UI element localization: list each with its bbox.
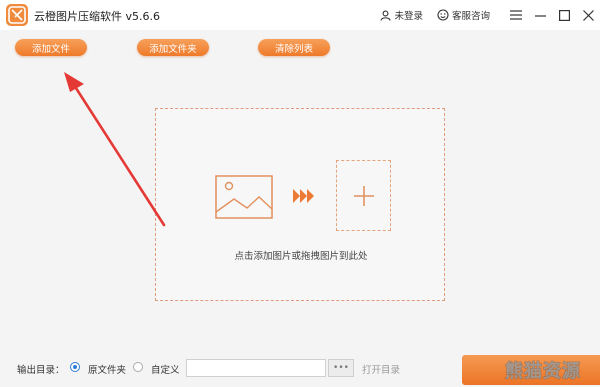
add-image-box[interactable] <box>336 160 391 231</box>
clear-list-button[interactable]: 清除列表 <box>258 39 330 56</box>
add-folder-button[interactable]: 添加文件夹 <box>137 39 209 56</box>
fast-forward-icon <box>293 189 314 203</box>
scissors-icon <box>6 4 28 26</box>
radio-custom-label: 自定义 <box>151 365 180 376</box>
toolbar: 添加文件 添加文件夹 清除列表 <box>0 30 600 60</box>
support-label: 客服咨询 <box>451 11 490 22</box>
title-bar: 云橙图片压缩软件 v5.6.6 未登录 客服咨询 <box>0 0 600 30</box>
menu-button[interactable] <box>504 0 528 30</box>
login-label: 未登录 <box>394 11 423 22</box>
minimize-icon <box>534 14 546 17</box>
output-dir-label: 输出目录： <box>17 365 65 376</box>
close-icon <box>582 9 594 21</box>
user-icon <box>380 10 392 21</box>
browse-button[interactable]: ••• <box>328 359 354 377</box>
add-file-button[interactable]: 添加文件 <box>15 39 87 56</box>
radio-custom[interactable] <box>133 362 143 372</box>
plus-icon <box>353 185 374 206</box>
headset-icon <box>437 9 449 21</box>
close-button[interactable] <box>576 0 600 30</box>
output-path-input[interactable] <box>186 359 326 377</box>
support-link[interactable]: 客服咨询 <box>437 8 490 22</box>
watermark-text: 熊猫资源 <box>505 360 581 382</box>
minimize-button[interactable] <box>528 0 552 30</box>
radio-original-folder[interactable] <box>70 362 80 372</box>
maximize-button[interactable] <box>552 0 576 30</box>
menu-icon <box>510 10 522 20</box>
drop-zone[interactable]: 点击添加图片或拖拽图片到此处 <box>155 108 445 301</box>
maximize-icon <box>558 9 570 21</box>
app-title: 云橙图片压缩软件 v5.6.6 <box>34 10 160 23</box>
radio-original-folder-label: 原文件夹 <box>88 365 127 376</box>
drop-hint: 点击添加图片或拖拽图片到此处 <box>234 251 368 262</box>
image-icon <box>215 175 273 219</box>
login-link[interactable]: 未登录 <box>380 8 423 22</box>
open-dir-link[interactable]: 打开目录 <box>362 362 400 376</box>
